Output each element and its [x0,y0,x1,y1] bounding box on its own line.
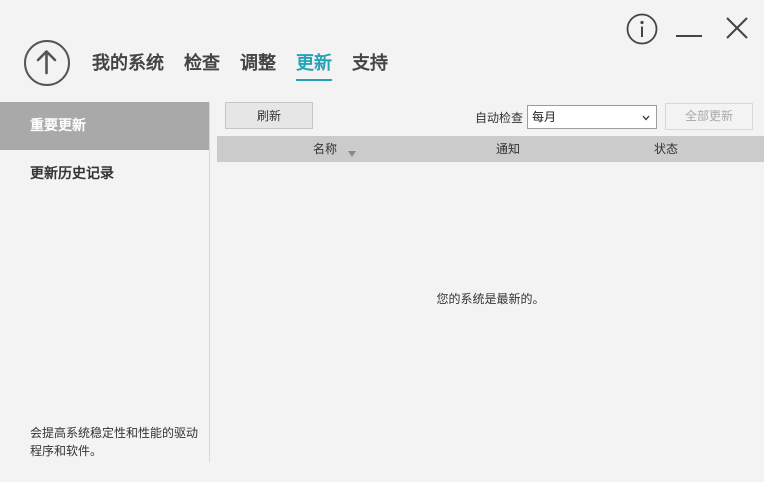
auto-check-label: 自动检查 [475,111,524,125]
close-icon[interactable] [723,14,751,42]
tab-update[interactable]: 更新 [296,52,332,81]
tab-check[interactable]: 检查 [184,52,220,76]
info-icon[interactable] [626,13,658,45]
auto-check-value: 每月 [532,110,557,124]
app-window: 我的系统 检查 调整 更新 支持 重要更新 更新历史记录 会提高系统稳定性和性能… [0,0,764,482]
sidebar-description: 会提高系统稳定性和性能的驱动程序和软件。 [30,426,199,458]
arrow-up-circle-icon [24,40,70,86]
update-all-button: 全部更新 [665,103,753,130]
table-header: 名称 通知 状态 [217,136,764,162]
sidebar: 重要更新 更新历史记录 会提高系统稳定性和性能的驱动程序和软件。 [0,102,210,462]
minimize-icon[interactable] [675,14,703,42]
column-notice[interactable]: 通知 [496,136,520,162]
main-nav: 我的系统 检查 调整 更新 支持 [92,52,408,81]
chevron-down-icon [641,110,651,132]
auto-check-select[interactable]: 每月 [527,105,657,129]
sort-down-icon[interactable] [348,146,356,160]
tab-tune[interactable]: 调整 [240,52,276,76]
refresh-button[interactable]: 刷新 [225,102,313,129]
column-name[interactable]: 名称 [313,136,337,162]
empty-state-message: 您的系统是最新的。 [436,292,545,306]
sidebar-item-important-updates[interactable]: 重要更新 [0,102,209,150]
sidebar-item-update-history[interactable]: 更新历史记录 [0,150,209,198]
tab-my-system[interactable]: 我的系统 [92,52,164,76]
tab-support[interactable]: 支持 [352,52,388,76]
column-status[interactable]: 状态 [654,136,678,162]
